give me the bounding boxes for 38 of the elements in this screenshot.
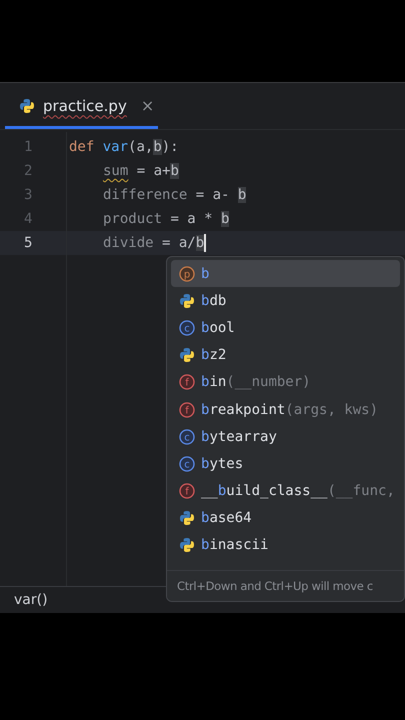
completion-item[interactable]: c bytes <box>171 450 400 478</box>
line-number: 2 <box>23 163 32 179</box>
class-icon: c <box>179 428 195 445</box>
completion-item[interactable]: f __build_class__(__func, <box>171 478 400 505</box>
completion-item[interactable]: base64 <box>171 504 400 532</box>
close-icon[interactable]: × <box>140 96 154 115</box>
completion-item[interactable]: bz2 <box>171 342 400 369</box>
code-line: product = a * b <box>103 211 230 227</box>
function-icon: f <box>179 402 195 418</box>
completion-item[interactable]: binascii <box>171 532 400 560</box>
completion-item[interactable]: bdb <box>171 287 400 314</box>
class-icon: c <box>179 320 195 336</box>
completion-item[interactable]: f bin(__number) <box>171 368 400 396</box>
completion-item[interactable]: c bool <box>171 314 400 342</box>
line-number: 1 <box>23 139 32 155</box>
function-icon: f <box>179 374 195 390</box>
hint-text: Ctrl+Down and Ctrl+Up will move c <box>177 579 373 593</box>
python-icon <box>179 347 195 364</box>
line-number: 3 <box>23 187 32 203</box>
completion-item[interactable]: c bytearray <box>171 423 400 450</box>
python-icon <box>179 537 195 554</box>
parameter-icon: p <box>179 266 195 282</box>
python-icon <box>19 98 35 114</box>
code-line: sum = a+b <box>103 163 179 179</box>
completion-item[interactable]: f b reakpoint(args, kws) <box>171 396 400 424</box>
tab-label: practice.py <box>43 96 127 114</box>
function-icon: f <box>179 483 195 500</box>
code-line: difference = a- b <box>103 187 246 203</box>
line-number: 4 <box>23 211 32 227</box>
code-line: divide = a/b <box>103 234 206 252</box>
code-line: def var(a,b): <box>69 139 179 155</box>
python-icon <box>179 292 195 309</box>
python-icon <box>179 510 195 526</box>
file-tab[interactable]: practice.py × <box>5 85 158 129</box>
breadcrumb[interactable]: var() <box>14 592 48 608</box>
completion-item[interactable]: p b <box>171 260 400 288</box>
line-number: 5 <box>23 235 32 251</box>
class-icon: c <box>179 456 195 472</box>
